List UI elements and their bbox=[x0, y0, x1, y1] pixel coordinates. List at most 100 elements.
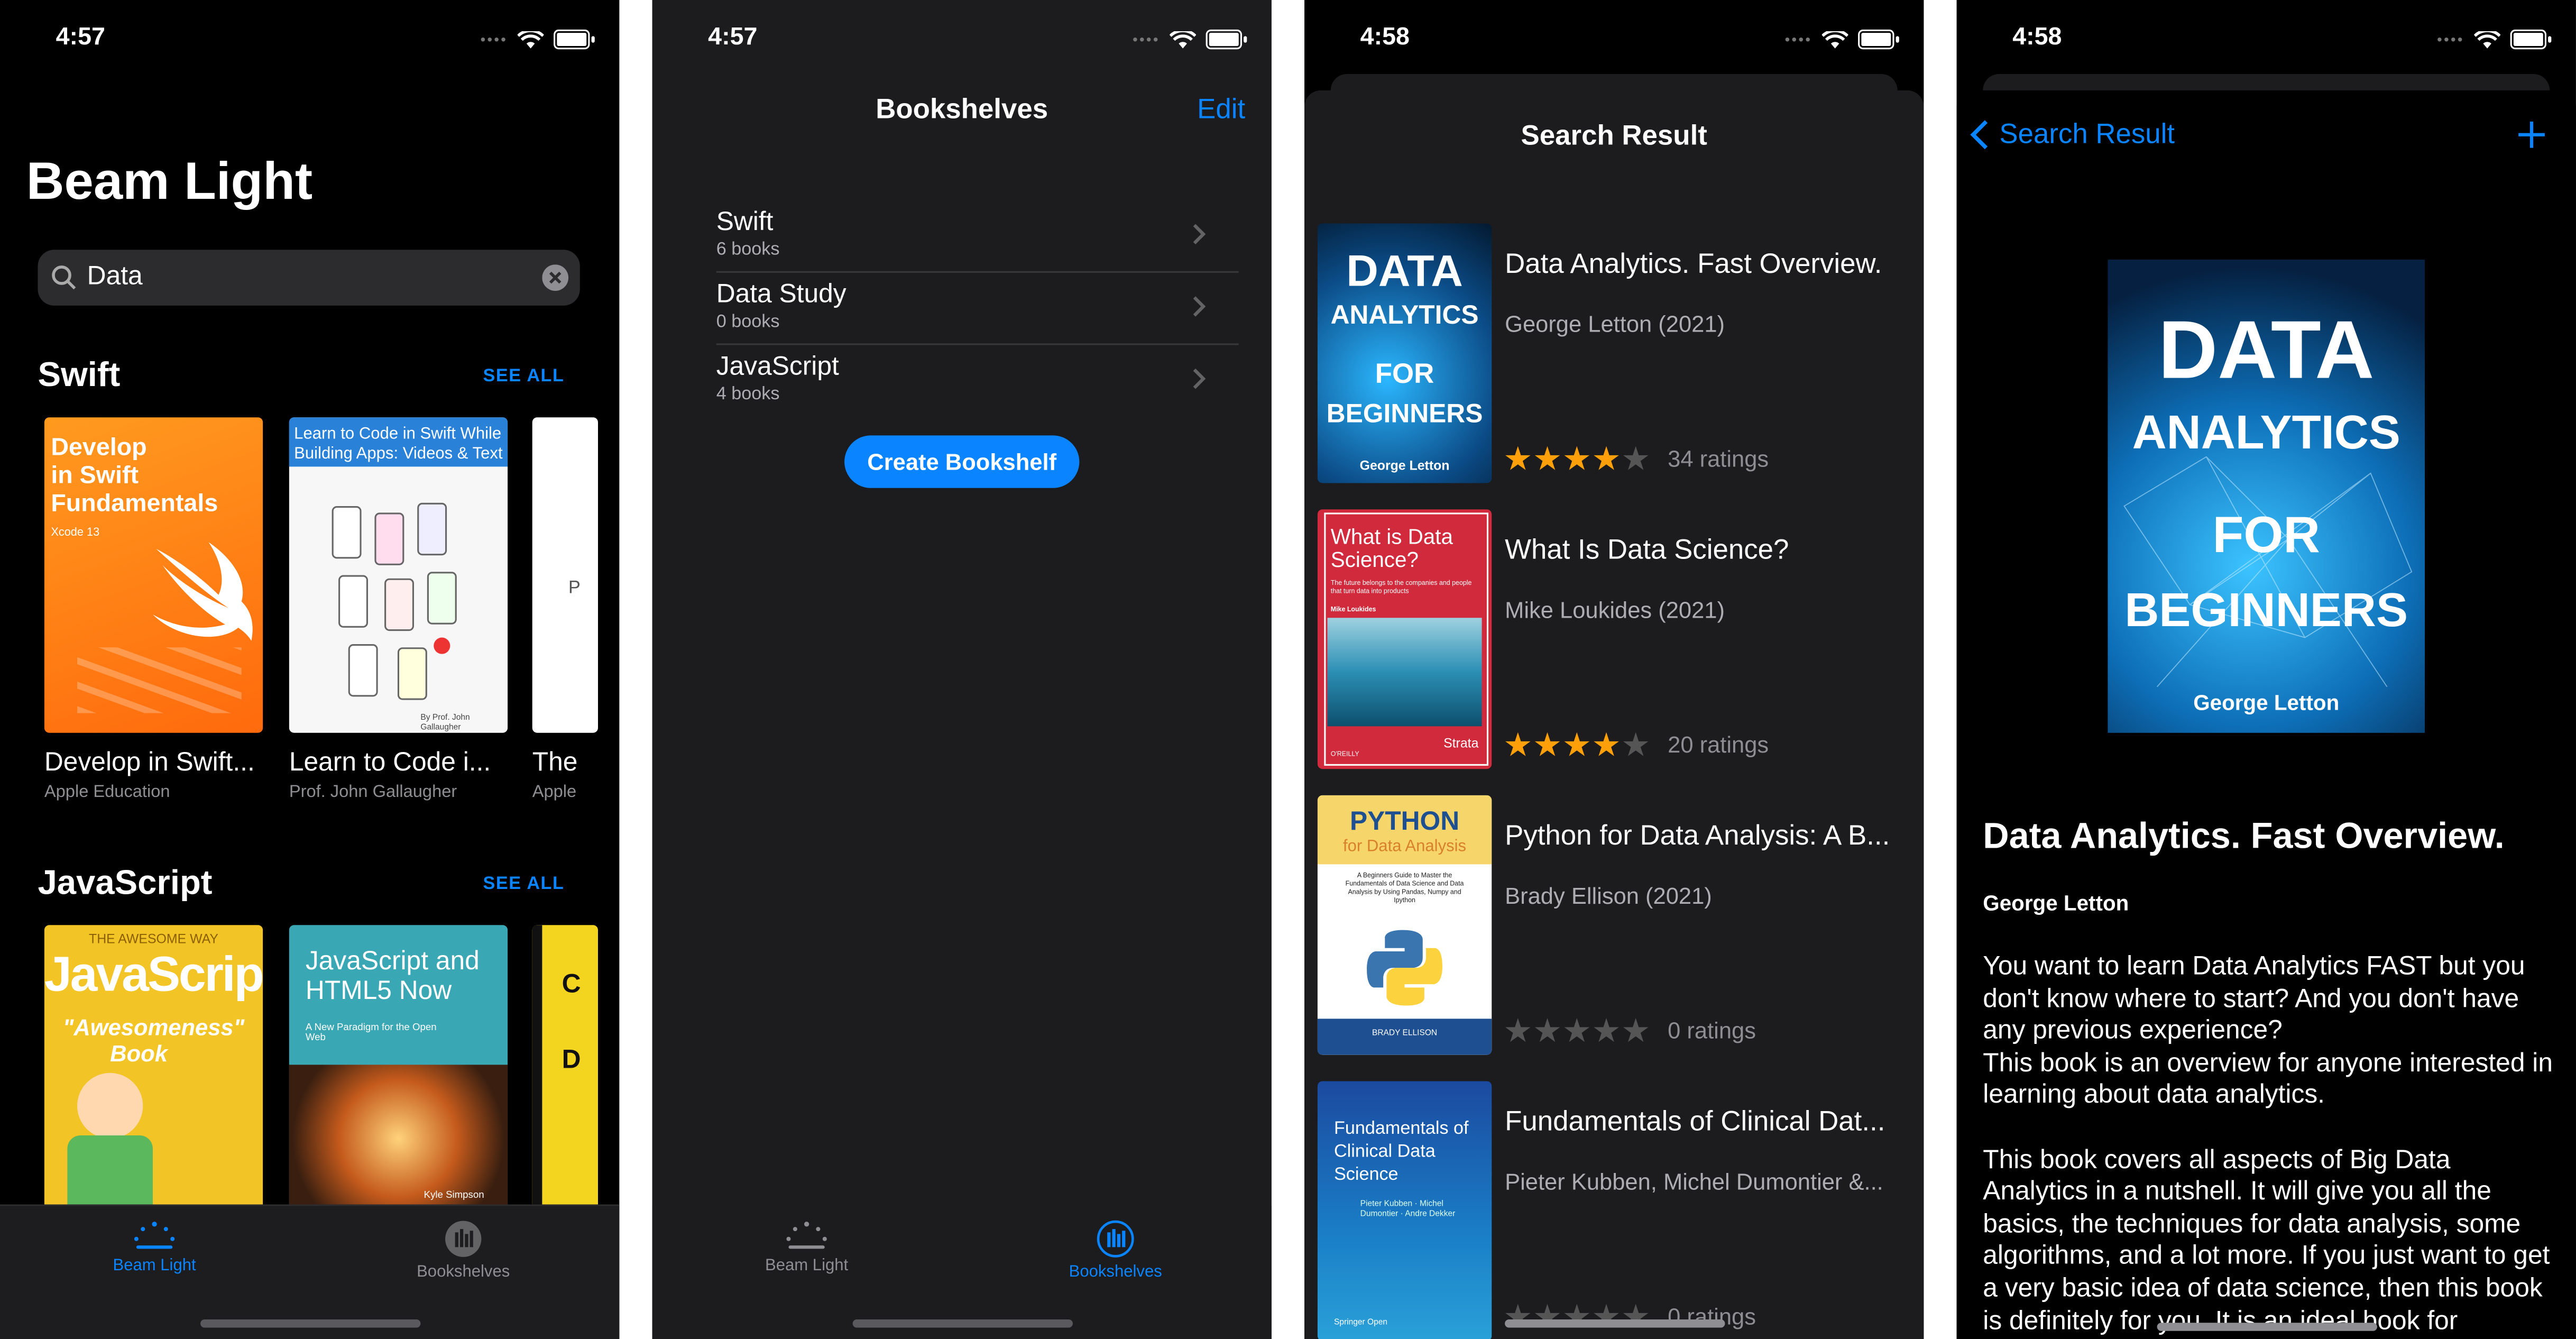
status-icons: •••• bbox=[1133, 29, 1247, 50]
tab-label: Bookshelves bbox=[1069, 1263, 1162, 1282]
back-button[interactable]: Search Result bbox=[1970, 118, 2175, 151]
result-row[interactable]: What is Data Science? The future belongs… bbox=[1317, 509, 1924, 772]
edit-button[interactable]: Edit bbox=[1197, 94, 1245, 126]
wifi-icon bbox=[1170, 30, 1196, 48]
cover-text: Pieter Kubben · Michel Dumontier · Andre… bbox=[1360, 1199, 1456, 1219]
status-icons: •••• bbox=[2437, 29, 2552, 50]
result-author: George Letton (2021) bbox=[1505, 310, 1725, 337]
detail-sheet: Search Result DATA ANALYTICS FOR BEGINNE… bbox=[1956, 90, 2576, 1339]
book-cover-third[interactable]: P bbox=[532, 417, 598, 733]
star-icon: ★ bbox=[1503, 1299, 1533, 1336]
result-row[interactable]: Fundamentals of Clinical Data Science Pi… bbox=[1317, 1081, 1924, 1339]
star-icon: ★ bbox=[1562, 1014, 1592, 1050]
book-cover-third-js[interactable]: C D bbox=[532, 925, 598, 1213]
star-icon: ★ bbox=[1532, 1014, 1562, 1050]
shelf-row[interactable]: Swift 6 books bbox=[716, 200, 1239, 273]
shelf-count: 4 books bbox=[716, 384, 780, 405]
signal-icon: •••• bbox=[1784, 31, 1813, 48]
status-bar: 4:57 •••• bbox=[0, 23, 619, 56]
tab-beam-light[interactable]: Beam Light bbox=[56, 1219, 253, 1275]
status-time: 4:57 bbox=[708, 23, 758, 51]
section-title-swift: Swift bbox=[38, 356, 121, 395]
book-cover-javascript-awesomeness[interactable]: THE AWESOME WAY JavaScript "Awesomeness"… bbox=[44, 925, 263, 1213]
cover-text: BRADY ELLISON bbox=[1372, 1029, 1438, 1039]
result-cover: Fundamentals of Clinical Data Science Pi… bbox=[1317, 1081, 1492, 1339]
result-sheet: Search Result DATA ANALYTICS FOR BEGINNE… bbox=[1304, 90, 1924, 1339]
tab-bar: Beam Light Bookshelves bbox=[0, 1204, 620, 1339]
tab-label: Bookshelves bbox=[417, 1263, 510, 1282]
tab-beam-light[interactable]: Beam Light bbox=[708, 1219, 905, 1275]
cover-text: BEGINNERS bbox=[2124, 585, 2408, 638]
status-bar: 4:58 •••• bbox=[1304, 23, 1924, 56]
star-icon: ★ bbox=[1562, 442, 1592, 479]
see-all-button-javascript[interactable]: SEE ALL bbox=[483, 874, 564, 894]
result-cover: PYTHON for Data Analysis A Beginners Gui… bbox=[1317, 795, 1492, 1055]
create-bookshelf-button[interactable]: Create Bookshelf bbox=[844, 435, 1080, 488]
cover-text: Springer Open bbox=[1333, 1317, 1388, 1328]
cover-text: JavaScript and HTML5 Now bbox=[305, 948, 480, 1006]
shelf-count: 0 books bbox=[716, 312, 780, 332]
cover-image bbox=[1327, 618, 1482, 727]
cover-text: Fundamentals bbox=[51, 489, 218, 518]
book-cover-develop-swift[interactable]: Develop in Swift Fundamentals Xcode 13 bbox=[44, 417, 263, 733]
result-cover: DATA ANALYTICS FOR BEGINNERS George Lett… bbox=[1317, 223, 1492, 483]
battery-icon bbox=[1206, 29, 1247, 50]
star-rating: ★★★★★ 0 ratings bbox=[1503, 1015, 1756, 1050]
book-title: Learn to Code i... bbox=[289, 749, 491, 777]
shelf-row[interactable]: JavaScript 4 books bbox=[716, 345, 1239, 416]
cover-text: Develop bbox=[51, 434, 147, 462]
cover-text: A Beginners Guide to Master the Fundamen… bbox=[1345, 870, 1464, 904]
cover-text: What is Data Science? bbox=[1330, 524, 1453, 572]
star-icon: ★ bbox=[1621, 728, 1651, 764]
tab-bookshelves[interactable]: Bookshelves bbox=[365, 1219, 562, 1282]
cover-text: By Prof. John Gallaugher bbox=[420, 713, 470, 733]
cover-text: BEGINNERS bbox=[1326, 401, 1483, 429]
see-all-button-swift[interactable]: SEE ALL bbox=[483, 366, 564, 386]
swift-logo-icon bbox=[152, 542, 253, 641]
search-result-screen: 4:58 •••• Search Result DATA ANALYTICS F… bbox=[1304, 0, 1924, 1339]
cover-text: A New Paradigm for the Open Web bbox=[305, 1023, 437, 1044]
clear-search-icon[interactable] bbox=[542, 264, 569, 291]
cover-text: ANALYTICS bbox=[1330, 302, 1479, 331]
shelf-row[interactable]: Data Study 0 books bbox=[716, 273, 1239, 345]
book-description: You want to learn Data Analytics FAST bu… bbox=[1983, 953, 2553, 1335]
beam-light-screen: 4:57 •••• Beam Light Data Swift SEE ALL … bbox=[0, 0, 620, 1339]
cover-text: Building Apps: Videos & Text bbox=[294, 445, 503, 464]
ratings-count: 34 ratings bbox=[1668, 445, 1769, 472]
cover-text: George Letton bbox=[1359, 458, 1450, 473]
status-time: 4:57 bbox=[56, 23, 105, 51]
signal-icon: •••• bbox=[2437, 31, 2464, 48]
search-bar[interactable]: Data bbox=[38, 250, 580, 306]
status-icons: •••• bbox=[1784, 29, 1899, 50]
book-cover-javascript-html5[interactable]: JavaScript and HTML5 Now A New Paradigm … bbox=[289, 925, 508, 1213]
cover-text: ANALYTICS bbox=[2132, 407, 2400, 460]
wifi-icon bbox=[517, 30, 544, 48]
cover-text: PYTHON bbox=[1349, 808, 1460, 837]
tab-label: Beam Light bbox=[765, 1257, 849, 1276]
search-input[interactable]: Data bbox=[87, 263, 143, 292]
tab-label: Beam Light bbox=[113, 1257, 196, 1276]
result-title: Python for Data Analysis: A B... bbox=[1505, 820, 1890, 851]
plus-icon[interactable] bbox=[2517, 120, 2546, 150]
book-title: The bbox=[532, 749, 578, 777]
result-author: Mike Loukides (2021) bbox=[1505, 596, 1725, 623]
book-cover-learn-to-code[interactable]: Learn to Code in Swift While Building Ap… bbox=[289, 417, 508, 733]
chevron-right-icon bbox=[1193, 224, 1206, 245]
result-row[interactable]: PYTHON for Data Analysis A Beginners Gui… bbox=[1317, 795, 1924, 1058]
cover-text: Fundamentals of bbox=[1333, 1118, 1469, 1139]
star-icon: ★ bbox=[1562, 1299, 1592, 1336]
section-title-javascript: JavaScript bbox=[38, 864, 213, 902]
cover-text: Xcode 13 bbox=[51, 527, 100, 539]
battery-icon bbox=[1858, 29, 1899, 50]
star-icon: ★ bbox=[1591, 728, 1621, 764]
book-cover: DATA ANALYTICS FOR BEGINNERS George Lett… bbox=[2108, 259, 2425, 733]
book-title: Develop in Swift... bbox=[44, 749, 255, 777]
book-title: Data Analytics. Fast Overview. bbox=[1983, 815, 2505, 856]
bookshelves-screen: 4:57 •••• Bookshelves Edit Swift 6 books… bbox=[652, 0, 1272, 1339]
chevron-left-icon bbox=[1970, 120, 1988, 150]
beam-light-icon bbox=[134, 1222, 175, 1249]
tab-bookshelves[interactable]: Bookshelves bbox=[1017, 1219, 1214, 1282]
star-rating: ★★★★★ 0 ratings bbox=[1503, 1301, 1756, 1336]
result-row[interactable]: DATA ANALYTICS FOR BEGINNERS George Lett… bbox=[1317, 223, 1924, 487]
cover-text: O'REILLY bbox=[1330, 749, 1359, 758]
